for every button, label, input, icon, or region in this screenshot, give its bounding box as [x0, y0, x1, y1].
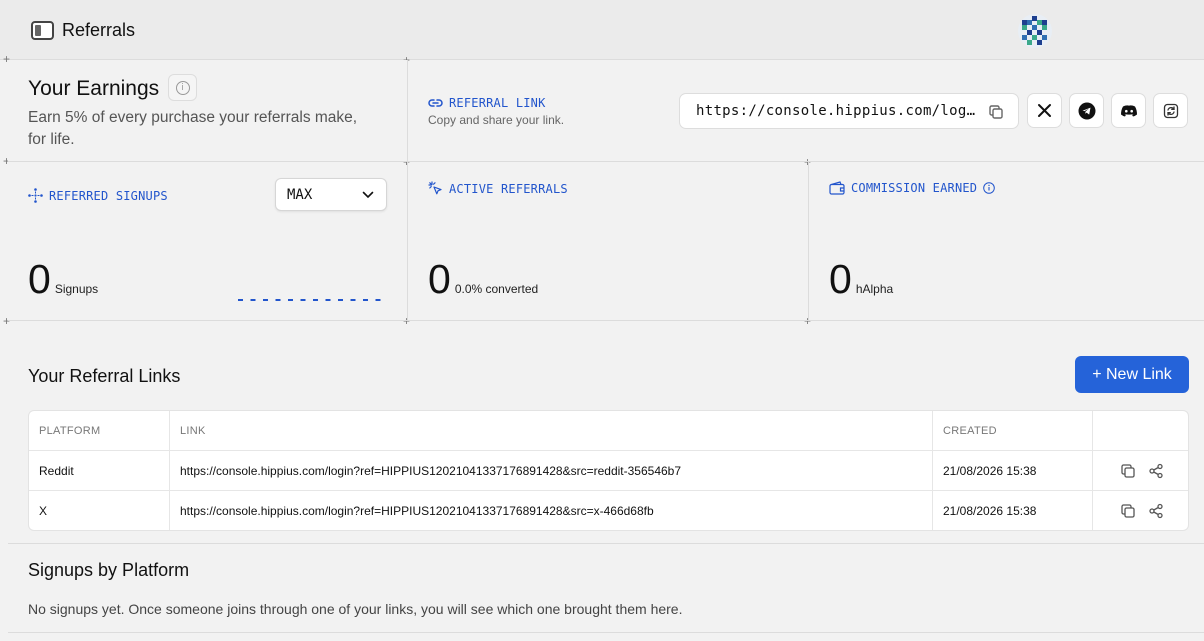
signups-by-platform-title: Signups by Platform	[28, 560, 190, 580]
avatar[interactable]	[1018, 14, 1052, 48]
commission-earned-label-text: COMMISSION EARNED	[851, 181, 978, 195]
telegram-icon	[1078, 102, 1095, 119]
share-x-button[interactable]	[1027, 93, 1062, 128]
referral-link-panel: REFERRAL LINK Copy and share your link. …	[408, 60, 1204, 162]
earnings-description: Earn 5% of every purchase your referrals…	[28, 109, 358, 148]
share-telegram-button[interactable]	[1069, 93, 1104, 128]
link-icon	[428, 99, 443, 107]
wallet-icon	[829, 181, 845, 195]
share-discord-button[interactable]	[1111, 93, 1146, 128]
signups-unit: Signups	[54, 282, 99, 296]
conversion-rate: 0.0% converted	[454, 282, 539, 296]
copy-icon[interactable]	[988, 104, 1004, 120]
copy-icon[interactable]	[1120, 463, 1136, 479]
created-cell: 21/08/2026 15:38	[933, 451, 1093, 490]
share-icon[interactable]	[1148, 463, 1164, 479]
regenerate-link-button[interactable]	[1153, 93, 1188, 128]
active-referrals-label: ACTIVE REFERRALS	[428, 181, 568, 196]
link-cell: https://console.hippius.com/login?ref=HI…	[170, 491, 933, 530]
signups-value: 0 Signups	[28, 259, 98, 300]
info-icon: i	[175, 80, 190, 95]
active-referrals-label-text: ACTIVE REFERRALS	[449, 181, 568, 196]
referral-links-table: PLATFORM LINK CREATED Reddit https://con…	[28, 410, 1189, 531]
time-range-select[interactable]: MAX	[275, 178, 387, 211]
referral-link-subtitle: Copy and share your link.	[428, 113, 565, 127]
referred-signups-label: REFERRED SIGNUPS	[28, 188, 168, 203]
commission-earned-label: COMMISSION EARNED	[829, 181, 996, 195]
referral-url-text: https://console.hippius.com/login?ref=HI…	[696, 103, 978, 119]
signups-count: 0	[28, 256, 51, 302]
table-header-row: PLATFORM LINK CREATED	[29, 411, 1188, 451]
commission-earned-card: COMMISSION EARNED 0 hAlpha	[809, 162, 1204, 321]
created-cell: 21/08/2026 15:38	[933, 491, 1093, 530]
link-cell: https://console.hippius.com/login?ref=HI…	[170, 451, 933, 490]
column-header-platform: PLATFORM	[29, 411, 170, 450]
referral-link-label-text: REFERRAL LINK	[449, 96, 546, 110]
actions-cell	[1093, 491, 1188, 530]
signups-empty-state: No signups yet. Once someone joins throu…	[28, 601, 683, 617]
commission-value: 0 hAlpha	[829, 259, 893, 300]
platform-cell: X	[29, 491, 170, 530]
x-logo-icon	[1038, 104, 1051, 117]
referral-url-field[interactable]: https://console.hippius.com/login?ref=HI…	[679, 93, 1019, 129]
sidebar-toggle-icon[interactable]	[31, 21, 54, 40]
earnings-title: Your Earnings	[28, 77, 160, 100]
column-header-created: CREATED	[933, 411, 1093, 450]
commission-amount: 0	[829, 256, 852, 302]
chevron-down-icon	[362, 191, 374, 198]
active-referrals-count: 0	[428, 256, 451, 302]
new-link-button[interactable]: + New Link	[1075, 356, 1189, 393]
actions-cell	[1093, 451, 1188, 490]
active-referrals-value: 0 0.0% converted	[428, 259, 538, 300]
signups-by-platform-section: Signups by Platform No signups yet. Once…	[8, 544, 1204, 633]
column-header-actions	[1093, 411, 1188, 450]
info-icon[interactable]	[983, 182, 996, 194]
commission-unit: hAlpha	[855, 282, 894, 296]
column-header-link: LINK	[170, 411, 933, 450]
referred-signups-label-text: REFERRED SIGNUPS	[49, 188, 168, 203]
earnings-panel: Your Earnings i Earn 5% of every purchas…	[8, 60, 408, 162]
signups-sparkline	[238, 299, 388, 301]
table-row: Reddit https://console.hippius.com/login…	[29, 451, 1188, 491]
share-icon[interactable]	[1148, 503, 1164, 519]
active-referrals-card: ACTIVE REFERRALS 0 0.0% converted	[408, 162, 809, 321]
platform-cell: Reddit	[29, 451, 170, 490]
copy-icon[interactable]	[1120, 503, 1136, 519]
table-row: X https://console.hippius.com/login?ref=…	[29, 491, 1188, 530]
referred-signups-card: REFERRED SIGNUPS MAX 0 Signups	[8, 162, 408, 321]
refresh-icon	[1163, 103, 1178, 118]
referral-links-title: Your Referral Links	[28, 366, 181, 386]
page-title: Referrals	[62, 20, 136, 40]
referral-links-section: Your Referral Links + New Link PLATFORM …	[8, 322, 1204, 544]
top-bar: Referrals	[0, 0, 1204, 60]
discord-icon	[1120, 104, 1137, 116]
cursor-click-icon	[428, 181, 442, 195]
signups-icon	[28, 188, 43, 203]
time-range-value: MAX	[287, 186, 313, 203]
referral-link-label: REFERRAL LINK	[428, 96, 546, 110]
info-button[interactable]: i	[168, 74, 197, 101]
